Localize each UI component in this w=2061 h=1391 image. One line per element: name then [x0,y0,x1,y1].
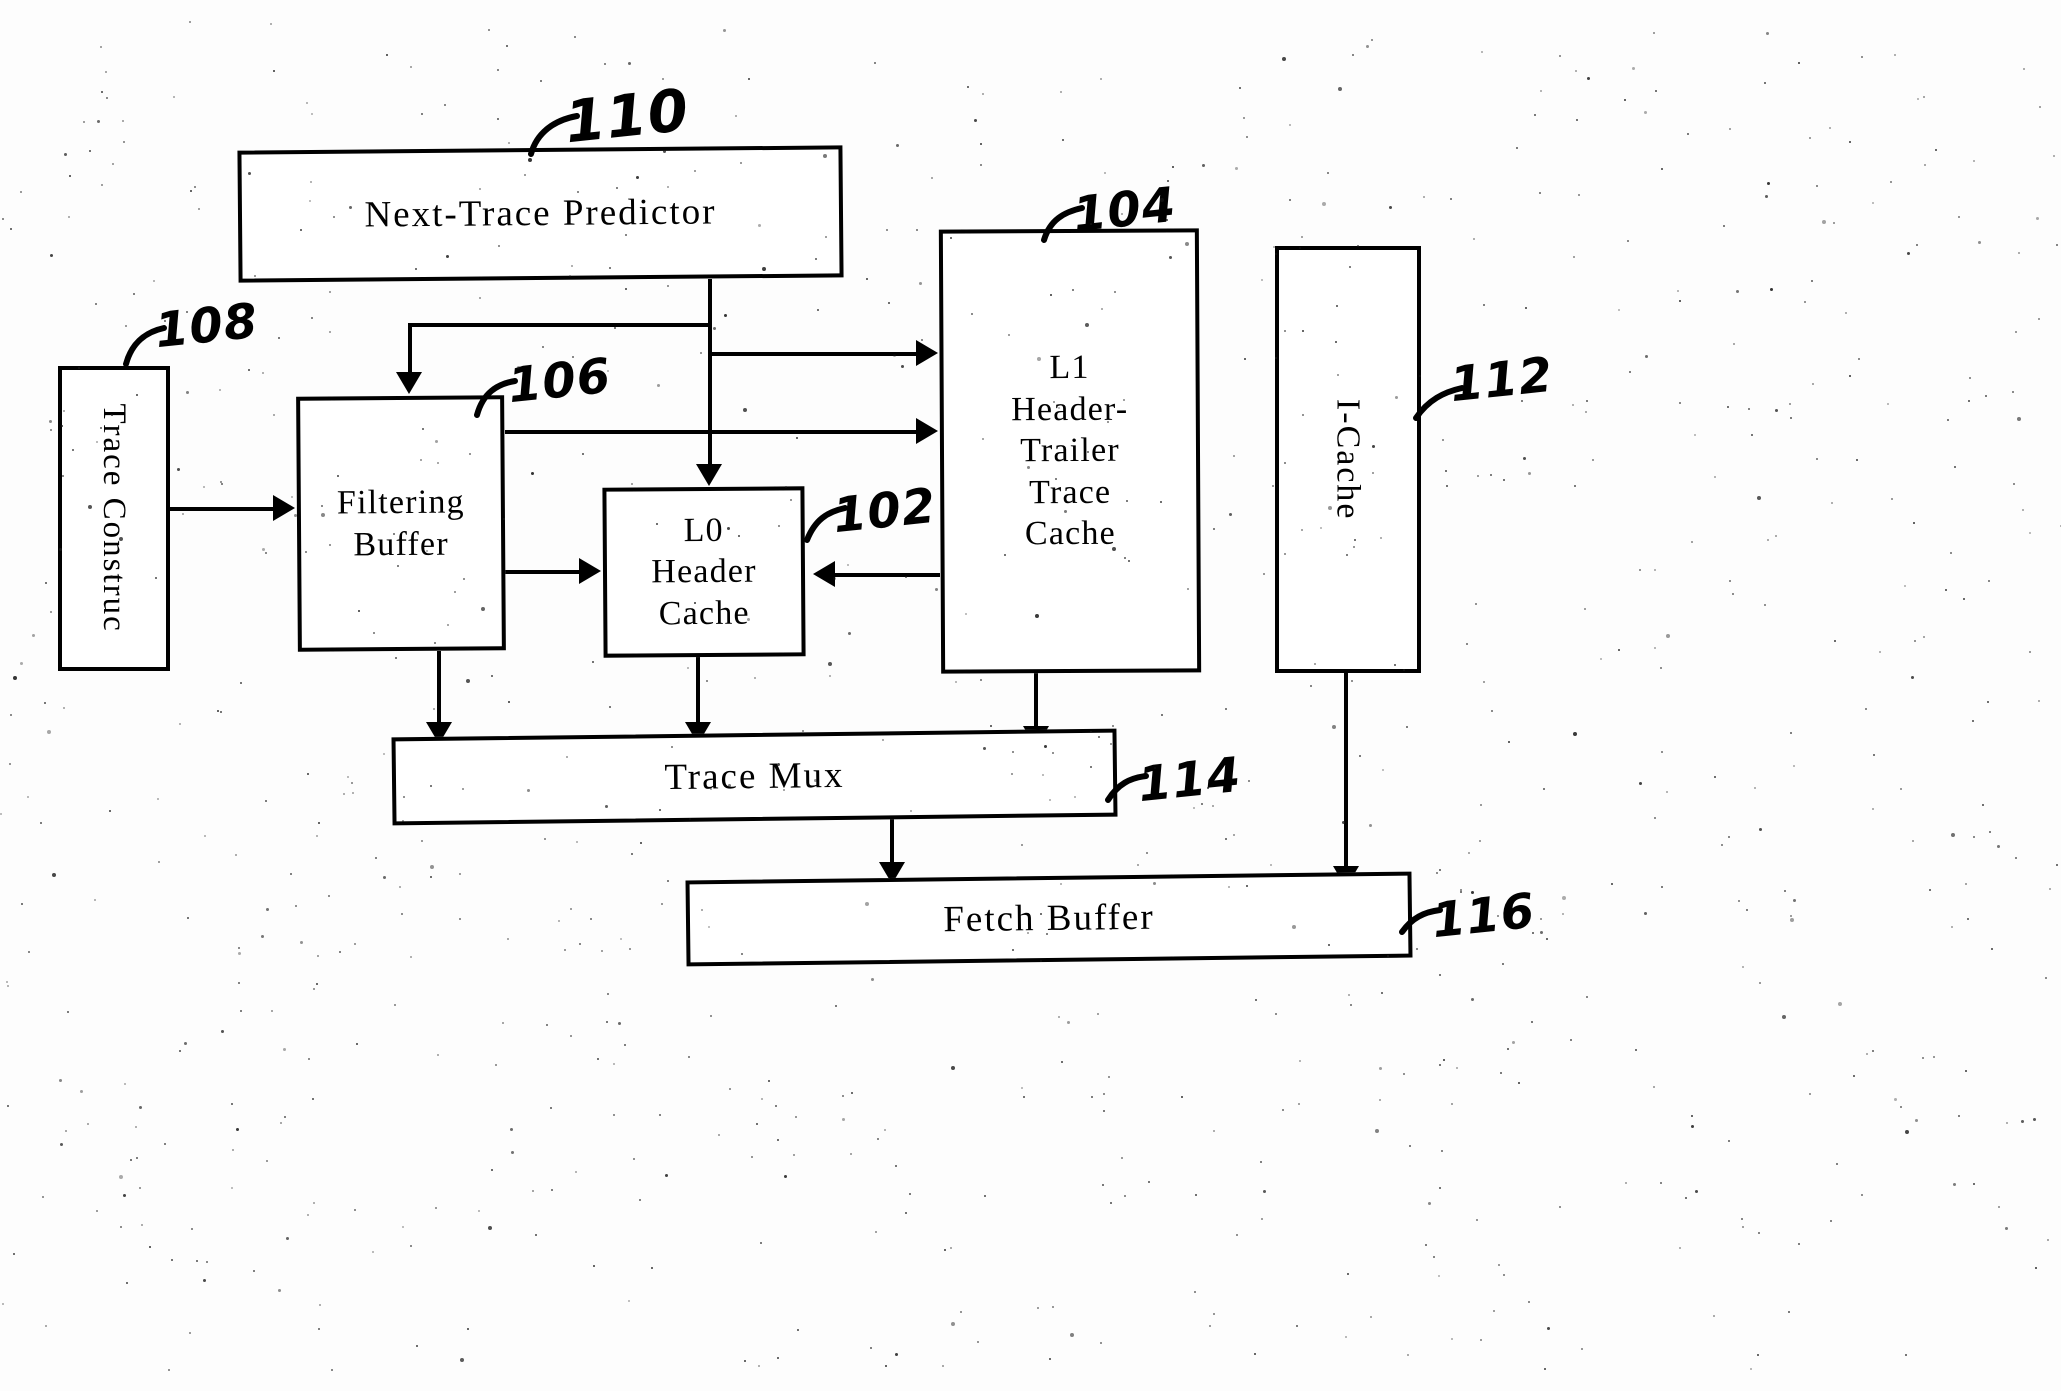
ref-numeral-112: 112 [1447,346,1556,414]
connector-l1-to-trace-mux [1034,673,1038,731]
connector-i-cache-to-fetch-buffer [1344,673,1348,873]
connector-predictor-bus-right [708,352,918,356]
block-i-cache-label: I-Cache [1329,398,1367,521]
connector-predictor-trunk [708,279,712,327]
block-filtering-buffer-label: Filtering Buffer [336,483,465,563]
block-l0-header-cache: L0 Header Cache [602,486,806,658]
connector-filtering-buffer-to-l1 [505,430,918,434]
connector-trace-construct-to-filtering-buffer [170,507,275,511]
arrowhead-filtering-buffer-to-l1 [916,418,938,444]
connector-trace-mux-to-fetch-buffer [890,816,894,868]
block-trace-construct: Trace Construc [58,366,170,671]
connector-l0-to-trace-mux [696,657,700,725]
block-trace-construct-label: Trace Construc [96,403,133,634]
block-fetch-buffer: Fetch Buffer [685,871,1413,967]
arrowhead-predictor-to-filtering-buffer [396,372,422,394]
block-fetch-buffer-label: Fetch Buffer [943,897,1155,941]
block-next-trace-predictor: Next-Trace Predictor [237,145,844,283]
connector-predictor-to-l0 [708,323,712,466]
block-l1-header-trailer-trace-cache-label: L1 Header- Trailer Trace Cache [1011,349,1129,553]
ref-numeral-110: 110 [561,75,693,157]
arrowhead-predictor-to-l1 [916,340,938,366]
arrowhead-predictor-to-l0 [696,464,722,486]
connector-filtering-buffer-to-l0 [505,570,581,574]
connector-predictor-bus-left [408,323,710,327]
block-filtering-buffer: Filtering Buffer [296,395,506,652]
block-i-cache: I-Cache [1275,246,1421,673]
ref-numeral-116: 116 [1429,882,1538,950]
block-l0-header-cache-label: L0 Header Cache [651,511,757,633]
block-next-trace-predictor-label: Next-Trace Predictor [364,191,717,236]
connector-filtering-buffer-to-trace-mux [437,651,441,725]
block-l1-header-trailer-trace-cache: L1 Header- Trailer Trace Cache [938,228,1202,674]
block-trace-mux-label: Trace Mux [664,755,845,799]
connector-predictor-to-filtering-buffer [408,323,412,373]
block-trace-mux: Trace Mux [391,728,1118,826]
arrowhead-l1-to-l0 [813,561,835,587]
ref-numeral-102: 102 [830,477,939,545]
ref-numeral-104: 104 [1070,176,1179,244]
ref-numeral-106: 106 [505,347,614,415]
arrowhead-trace-construct-to-filtering-buffer [273,495,295,521]
ref-numeral-108: 108 [152,292,261,360]
arrowhead-filtering-buffer-to-l0 [579,558,601,584]
connector-l1-to-l0 [835,573,940,577]
ref-numeral-114: 114 [1135,746,1244,814]
patent-figure: Next-Trace Predictor Trace Construc Filt… [0,0,2061,1391]
